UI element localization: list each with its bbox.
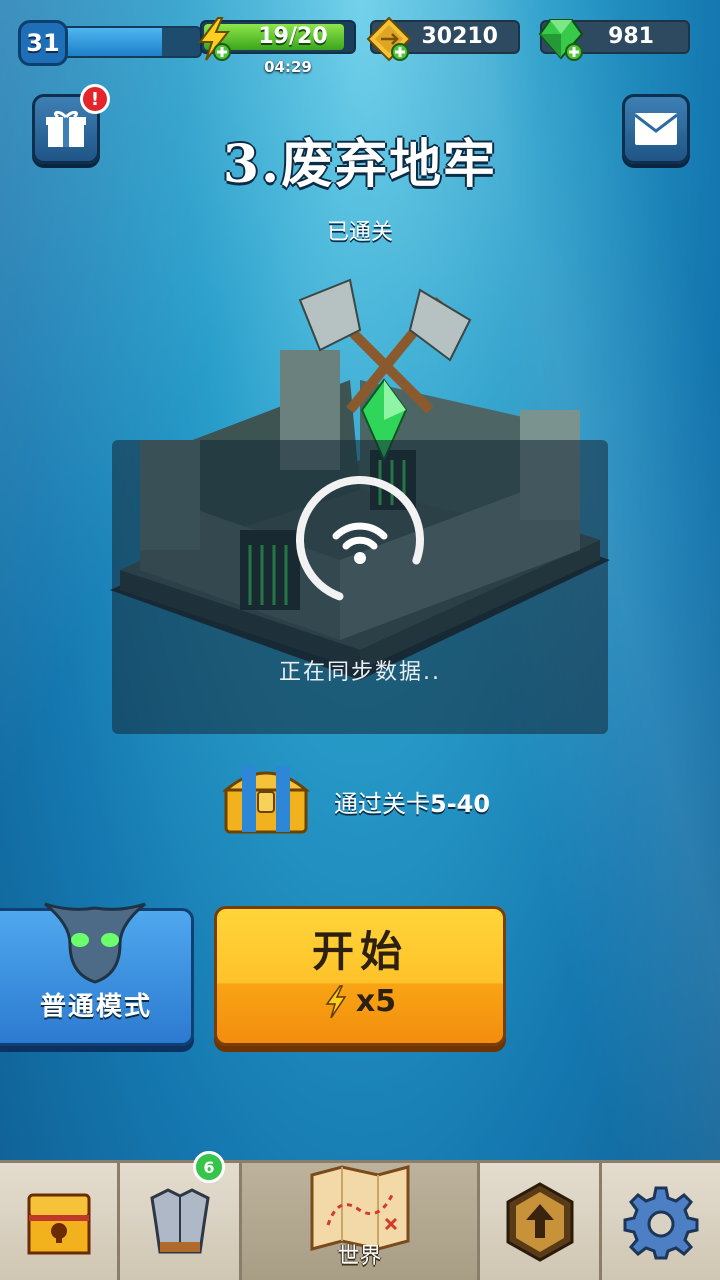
demon-mask-icon (44, 902, 146, 984)
gear-icon (623, 1186, 699, 1259)
chest-icon (27, 1193, 90, 1254)
bottom-navigation: 6 世界 (0, 1151, 720, 1280)
wifi-icon (296, 476, 424, 601)
top-hud: 31 19/20 04:29 30210 981 (0, 14, 720, 76)
gem-icon[interactable] (536, 16, 586, 62)
game-mode-label: 普通模式 (39, 992, 152, 1022)
reward-range: 5-40 (430, 790, 491, 818)
start-cost: x5 (214, 984, 506, 1019)
lightning-icon (325, 984, 347, 1018)
start-cost-value: x5 (355, 984, 397, 1019)
nav-item-upgrade[interactable] (480, 1163, 602, 1280)
stage-status: 已通关 (326, 220, 393, 245)
equipment-badge: 6 (193, 1151, 225, 1183)
gem-count: 981 (608, 24, 654, 49)
coin-count: 30210 (421, 24, 498, 49)
nav-item-settings[interactable] (602, 1163, 720, 1280)
nav-item-world[interactable]: 世界 (242, 1163, 480, 1280)
xp-progress-bar (46, 26, 202, 58)
sync-status-text: 正在同步数据.. (279, 660, 441, 685)
start-button-label: 开始 (311, 927, 408, 976)
coin-icon[interactable] (366, 16, 412, 62)
nav-item-equipment[interactable]: 6 (120, 1151, 242, 1280)
nav-item-chest[interactable] (0, 1163, 120, 1280)
level-badge: 31 (18, 20, 68, 66)
chest-icon[interactable] (216, 752, 316, 838)
upgrade-arrow-icon (506, 1181, 573, 1262)
nav-world-label: 世界 (337, 1244, 382, 1269)
player-level[interactable]: 31 (18, 20, 202, 66)
reward-prefix: 通过关卡 (334, 790, 430, 818)
stage-title: 3.废弃地牢 (222, 134, 498, 195)
reward-requirement: 通过关卡5-40 (334, 784, 490, 819)
lightning-icon[interactable] (194, 16, 234, 62)
armor-icon (149, 1187, 210, 1253)
energy-timer: 04:29 (264, 58, 312, 76)
gift-alert-badge: ! (80, 84, 110, 114)
